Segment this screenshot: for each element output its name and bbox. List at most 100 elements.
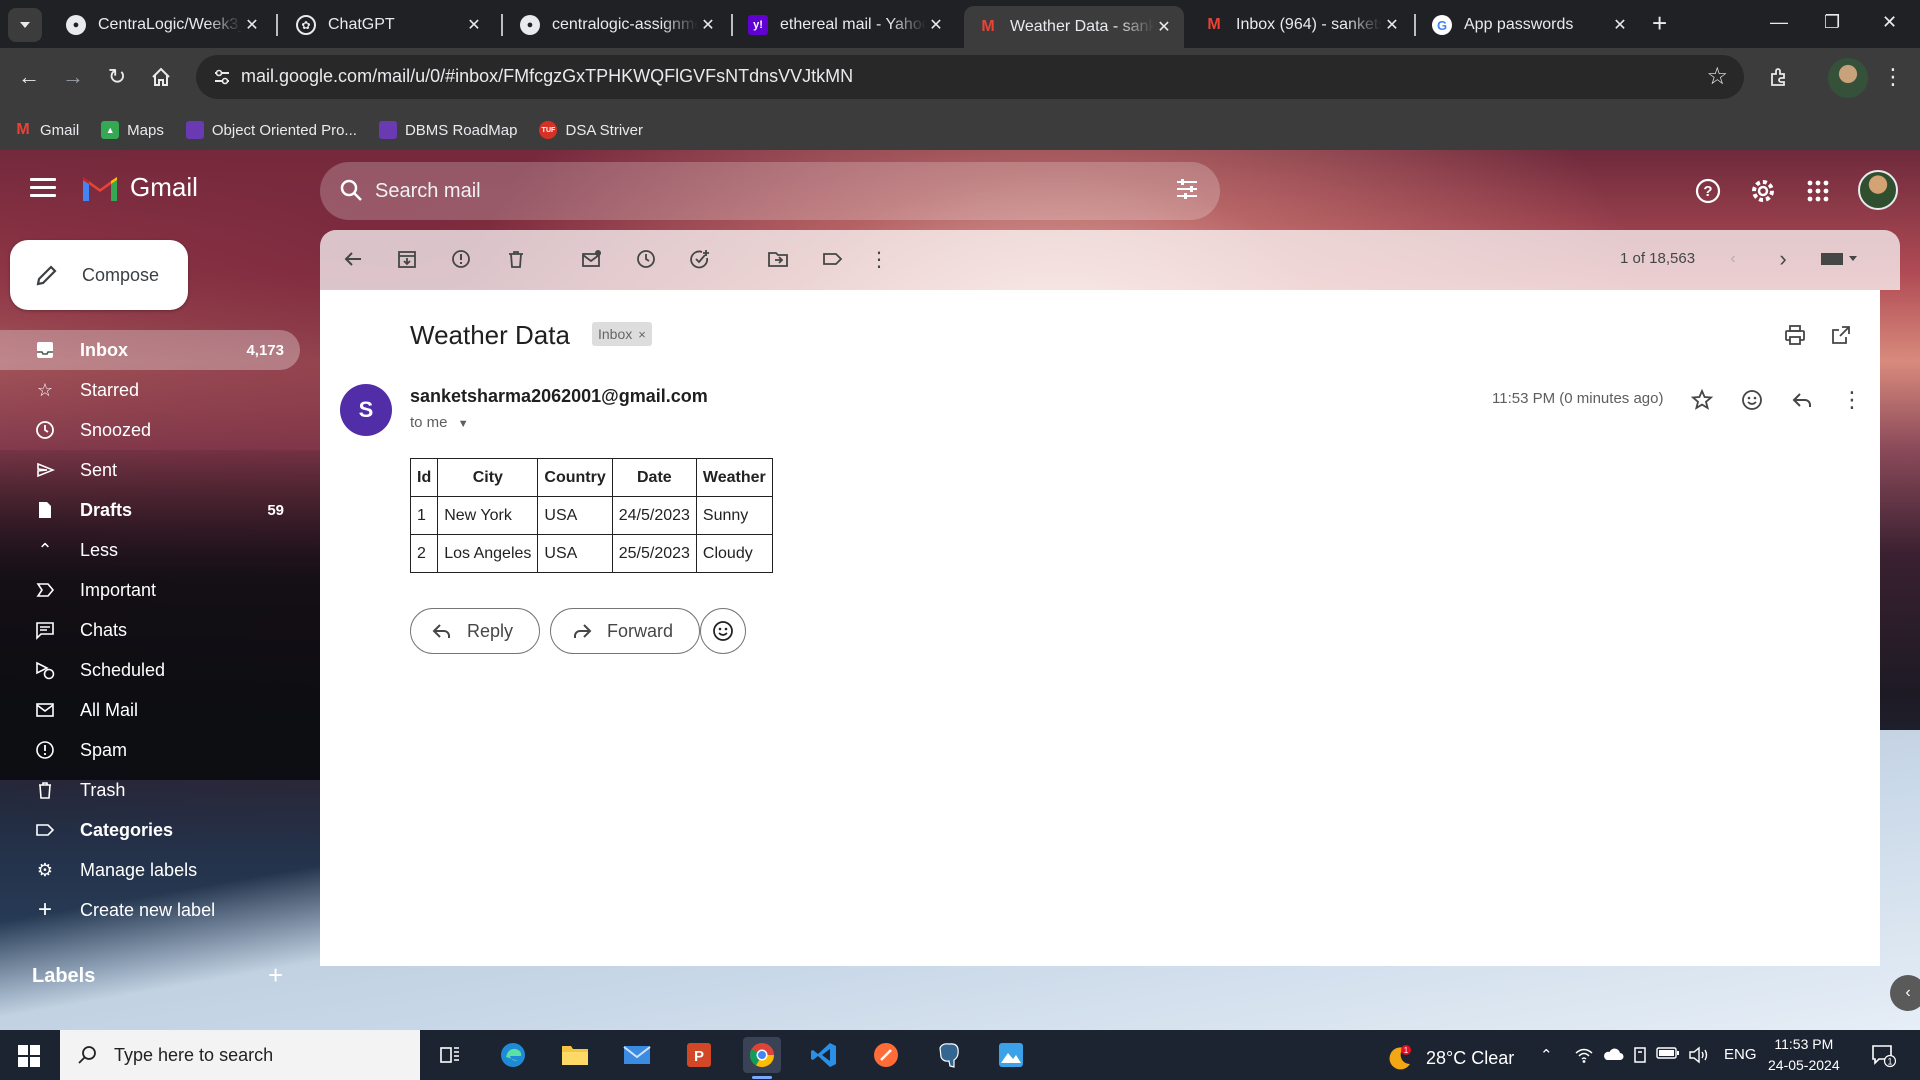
report-spam-icon[interactable] — [448, 246, 474, 272]
tab-search-button[interactable] — [8, 8, 42, 42]
close-window-icon[interactable]: ✕ — [1882, 12, 1897, 33]
star-message-icon[interactable] — [1688, 386, 1716, 414]
compose-button[interactable]: Compose — [10, 240, 188, 310]
close-tab-icon[interactable]: ✕ — [1610, 15, 1630, 35]
account-avatar[interactable] — [1858, 170, 1898, 210]
labels-icon[interactable] — [820, 246, 846, 272]
close-tab-icon[interactable]: ✕ — [926, 15, 946, 35]
sidebar-item-starred[interactable]: ☆ Starred — [0, 370, 300, 410]
tab-gmail-inbox[interactable]: M Inbox (964) - sankets ✕ — [1190, 6, 1412, 44]
recipients-toggle[interactable]: to me ▼ — [410, 414, 469, 431]
battery-icon[interactable] — [1656, 1046, 1680, 1064]
help-icon[interactable]: ? — [1693, 176, 1723, 206]
sidebar-item-create-label[interactable]: + Create new label — [0, 890, 300, 930]
bookmark-gmail[interactable]: M Gmail — [14, 121, 79, 139]
photos-icon[interactable] — [992, 1037, 1030, 1073]
tab-app-passwords[interactable]: G App passwords ✕ — [1418, 6, 1640, 44]
weather-widget[interactable]: 1 28°C Clear — [1384, 1042, 1514, 1074]
close-tab-icon[interactable]: ✕ — [1382, 15, 1402, 35]
delete-icon[interactable] — [503, 246, 529, 272]
vscode-icon[interactable] — [805, 1037, 843, 1073]
tab-github-centralogic[interactable]: ● centralogic-assignme ✕ — [506, 6, 728, 44]
newer-chevron-icon[interactable]: ‹ — [1720, 246, 1746, 272]
sidebar-item-drafts[interactable]: Drafts 59 — [0, 490, 300, 530]
sidebar-item-snoozed[interactable]: Snoozed — [0, 410, 300, 450]
add-to-tasks-icon[interactable] — [687, 246, 713, 272]
url-text[interactable]: mail.google.com/mail/u/0/#inbox/FMfcgzGx… — [241, 66, 853, 87]
taskbar-search[interactable]: Type here to search — [60, 1030, 420, 1080]
settings-gear-icon[interactable] — [1748, 176, 1778, 206]
sidebar-item-sent[interactable]: Sent — [0, 450, 300, 490]
sender-avatar[interactable]: S — [340, 384, 392, 436]
tab-chatgpt[interactable]: ✿ ChatGPT ✕ — [282, 6, 494, 44]
bookmark-dbms[interactable]: DBMS RoadMap — [378, 121, 517, 139]
bookmark-star-icon[interactable]: ☆ — [1706, 62, 1728, 91]
move-to-icon[interactable] — [765, 246, 791, 272]
extensions-icon[interactable] — [1762, 60, 1796, 94]
input-tools-icon[interactable] — [1815, 246, 1863, 272]
minimize-icon[interactable]: — — [1770, 12, 1788, 33]
close-tab-icon[interactable]: ✕ — [1154, 17, 1174, 37]
sidebar-item-scheduled[interactable]: Scheduled — [0, 650, 300, 690]
snooze-icon[interactable] — [633, 246, 659, 272]
powerpoint-icon[interactable]: P — [680, 1037, 718, 1073]
windows-start-icon[interactable] — [18, 1045, 40, 1067]
bookmark-oop[interactable]: Object Oriented Pro... — [185, 121, 357, 139]
older-chevron-icon[interactable]: › — [1770, 246, 1796, 272]
address-bar[interactable]: mail.google.com/mail/u/0/#inbox/FMfcgzGx… — [196, 55, 1744, 99]
open-new-window-icon[interactable] — [1828, 322, 1854, 348]
postman-icon[interactable] — [867, 1037, 905, 1073]
device-icon[interactable] — [1632, 1046, 1648, 1068]
back-to-inbox-icon[interactable] — [340, 246, 366, 272]
apps-grid-icon[interactable] — [1803, 176, 1833, 206]
search-icon[interactable] — [338, 177, 366, 205]
restore-icon[interactable]: ❐ — [1824, 12, 1840, 33]
show-hidden-icons[interactable]: ⌃ — [1540, 1046, 1553, 1064]
sidebar-item-all-mail[interactable]: All Mail — [0, 690, 300, 730]
task-view-icon[interactable] — [431, 1037, 469, 1073]
taskbar-clock[interactable]: 11:53 PM 24-05-2024 — [1768, 1034, 1840, 1076]
mark-unread-icon[interactable] — [578, 246, 604, 272]
tab-github-week3[interactable]: ● CentraLogic/Week3_ ✕ — [52, 6, 272, 44]
file-explorer-icon[interactable] — [556, 1037, 594, 1073]
language-indicator[interactable]: ENG — [1724, 1046, 1757, 1063]
inbox-label-chip[interactable]: Inbox × — [592, 322, 652, 346]
sidebar-item-spam[interactable]: Spam — [0, 730, 300, 770]
close-tab-icon[interactable]: ✕ — [464, 15, 484, 35]
onedrive-cloud-icon[interactable] — [1602, 1046, 1624, 1066]
chrome-icon[interactable] — [743, 1037, 781, 1079]
archive-icon[interactable] — [394, 246, 420, 272]
sender-address[interactable]: sanketsharma2062001@gmail.com — [410, 386, 708, 407]
site-info-icon[interactable] — [210, 65, 234, 89]
show-side-panel-icon[interactable]: ‹ — [1890, 975, 1920, 1011]
add-reaction-icon[interactable] — [1738, 386, 1766, 414]
forward-arrow-icon[interactable]: → — [56, 60, 90, 94]
sidebar-item-trash[interactable]: Trash — [0, 770, 300, 810]
wifi-icon[interactable] — [1574, 1046, 1594, 1068]
sidebar-item-important[interactable]: Important — [0, 570, 300, 610]
remove-label-icon[interactable]: × — [638, 327, 646, 342]
sidebar-item-categories[interactable]: Categories — [0, 810, 300, 850]
add-label-icon[interactable]: + — [268, 960, 283, 991]
mail-icon[interactable] — [618, 1037, 656, 1073]
back-arrow-icon[interactable]: ← — [12, 60, 46, 94]
search-options-icon[interactable] — [1174, 176, 1200, 209]
sidebar-item-chats[interactable]: Chats — [0, 610, 300, 650]
edge-icon[interactable] — [494, 1037, 532, 1073]
sidebar-item-manage-labels[interactable]: ⚙ Manage labels — [0, 850, 300, 890]
notifications-icon[interactable]: 1 — [1870, 1042, 1897, 1072]
search-bar[interactable]: Search mail — [320, 162, 1220, 220]
browser-menu-icon[interactable]: ⋮ — [1876, 60, 1910, 94]
gmail-logo[interactable]: Gmail — [80, 172, 198, 203]
reload-icon[interactable]: ↻ — [100, 60, 134, 94]
sidebar-item-less[interactable]: ⌃ Less — [0, 530, 300, 570]
volume-icon[interactable] — [1688, 1046, 1710, 1068]
print-icon[interactable] — [1782, 322, 1808, 348]
bookmark-dsa[interactable]: TUF DSA Striver — [539, 121, 643, 139]
tab-yahoo-mail[interactable]: y! ethereal mail - Yahoo ✕ — [734, 6, 956, 44]
sidebar-item-inbox[interactable]: Inbox 4,173 — [0, 330, 300, 370]
message-more-icon[interactable]: ⋮ — [1838, 386, 1866, 414]
main-menu-icon[interactable] — [30, 178, 56, 198]
tab-weather-data[interactable]: M Weather Data - sank ✕ — [964, 6, 1184, 48]
reply-button[interactable]: Reply — [410, 608, 541, 654]
